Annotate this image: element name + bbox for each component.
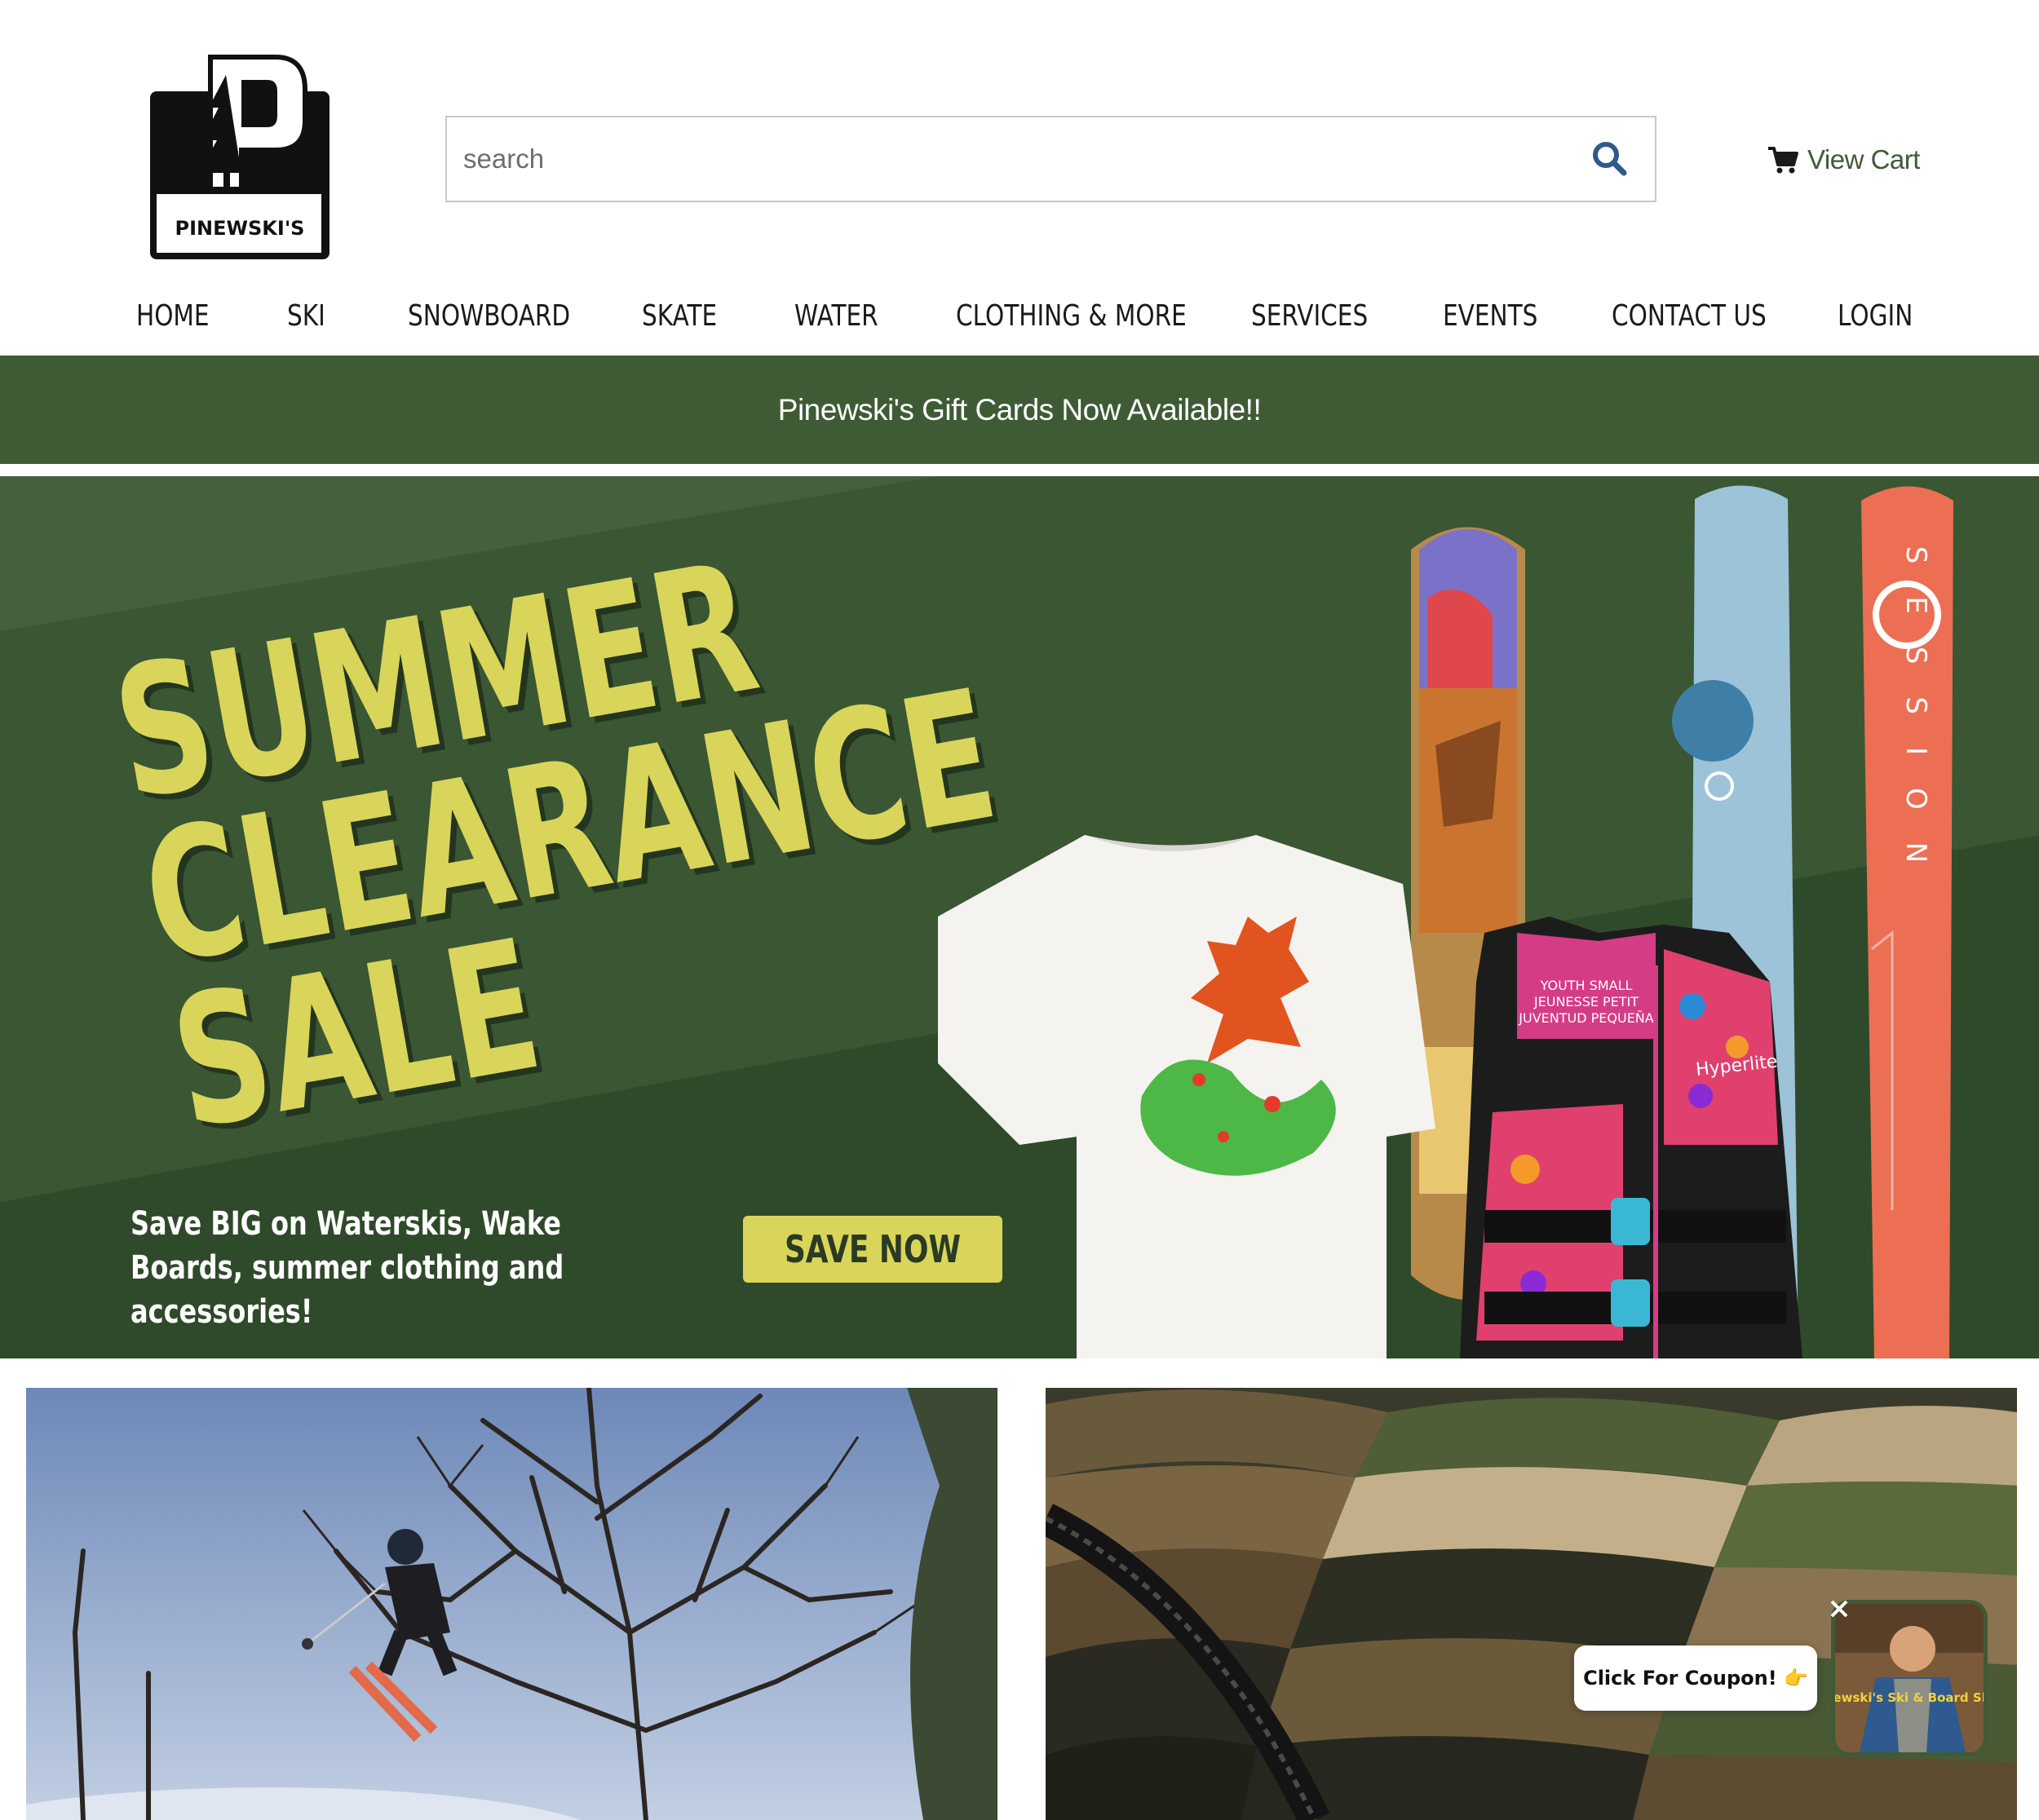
ski-photo-tile[interactable]: [26, 1388, 997, 1820]
save-now-label: SAVE NOW: [784, 1227, 962, 1271]
coupon-button[interactable]: Click For Coupon! 👉: [1574, 1646, 1817, 1711]
session-waterski: SESSION: [1861, 486, 1953, 1358]
search-icon[interactable]: [1590, 139, 1630, 179]
nav-item-ski[interactable]: SKI: [287, 289, 325, 343]
gift-card-banner[interactable]: Pinewski's Gift Cards Now Available!!: [0, 356, 2039, 464]
nav-item-clothing-more[interactable]: CLOTHING & MORE: [956, 289, 1187, 343]
view-cart-link[interactable]: View Cart: [1767, 137, 1920, 183]
coupon-label: Click For Coupon! 👉: [1583, 1667, 1808, 1690]
hero-subtext: Save BIG on Waterskis, Wake Boards, summ…: [130, 1205, 564, 1331]
summer-clearance-hero[interactable]: SUMMER SUMMER CLEARANCE CLEARANCE SALE S…: [0, 476, 2039, 1358]
nav-item-services[interactable]: SERVICES: [1251, 289, 1368, 343]
nav-item-snowboard[interactable]: SNOWBOARD: [408, 289, 570, 343]
search-box: [445, 116, 1656, 202]
nav-item-home[interactable]: HOME: [136, 289, 210, 343]
search-input[interactable]: [463, 117, 1524, 201]
nav-item-login[interactable]: LOGIN: [1838, 289, 1913, 343]
coupon-video-thumbnail[interactable]: Pinewski's Ski & Board Shop: [1831, 1600, 1988, 1756]
view-cart-label: View Cart: [1807, 144, 1920, 174]
gift-card-banner-text: Pinewski's Gift Cards Now Available!!: [777, 393, 1262, 426]
nav-item-contact-us[interactable]: CONTACT US: [1612, 289, 1767, 343]
save-now-button[interactable]: SAVE NOW: [743, 1216, 1002, 1283]
freeskier-photo: [26, 1388, 997, 1820]
graphic-tshirt: [938, 835, 1435, 1358]
coupon-thumb-text: Pinewski's Ski & Board Shop: [1835, 1690, 1984, 1705]
main-navigation: HOME SKI SNOWBOARD SKATE WATER CLOTHING …: [0, 289, 2039, 343]
nav-item-events[interactable]: EVENTS: [1443, 289, 1537, 343]
pinewskis-logo[interactable]: PINEWSKI'S: [145, 51, 334, 264]
nav-item-water[interactable]: WATER: [794, 289, 878, 343]
waterski-brand: SESSION: [1900, 546, 1932, 895]
life-vest: YOUTH SMALL JEUNESSE PETIT JUVENTUD PEQUEÑ…: [1460, 917, 1802, 1358]
shopping-cart-icon: [1768, 147, 1798, 174]
nav-item-skate[interactable]: SKATE: [642, 289, 717, 343]
close-icon[interactable]: [1827, 1597, 1851, 1621]
logo-text: PINEWSKI'S: [175, 217, 305, 240]
